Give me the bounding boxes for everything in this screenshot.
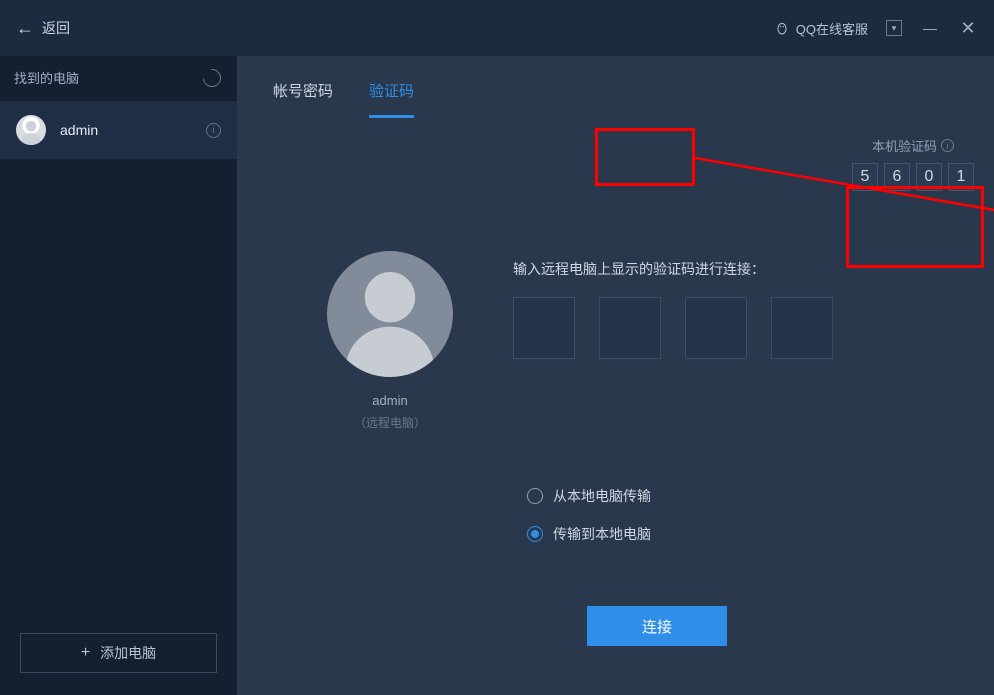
local-code-digits: 5 6 0 1 [852, 163, 974, 191]
qq-service-link[interactable]: QQ在线客服 [774, 19, 868, 38]
code-input-1[interactable] [513, 297, 575, 359]
tabs: 帐号密码 验证码 [237, 56, 994, 119]
info-icon[interactable]: i [941, 139, 954, 152]
avatar-large-icon [327, 251, 453, 377]
titlebar-right: QQ在线客服 ▾ — ✕ [774, 18, 978, 39]
code-digit: 5 [852, 163, 878, 191]
code-input-4[interactable] [771, 297, 833, 359]
radio-to-local-label: 传输到本地电脑 [553, 524, 651, 544]
titlebar: ← 返回 QQ在线客服 ▾ — ✕ [0, 0, 994, 56]
radio-from-local[interactable]: 从本地电脑传输 [527, 486, 651, 506]
avatar-icon [16, 115, 46, 145]
computer-name: admin [60, 122, 192, 138]
input-boxes [513, 297, 954, 359]
add-computer-label: 添加电脑 [100, 643, 156, 663]
remote-avatar-section: admin （远程电脑） [327, 251, 453, 431]
code-digit: 0 [916, 163, 942, 191]
annotation-box [595, 128, 695, 186]
local-code-label: 本机验证码 i [872, 136, 954, 155]
computer-list-item[interactable]: admin i [0, 101, 237, 159]
tab-account-password[interactable]: 帐号密码 [273, 80, 333, 118]
close-button[interactable]: ✕ [958, 18, 978, 39]
tab-verification-code[interactable]: 验证码 [369, 80, 414, 118]
radio-from-local-label: 从本地电脑传输 [553, 486, 651, 506]
refresh-icon[interactable] [199, 65, 224, 90]
minimize-button[interactable]: — [920, 20, 940, 36]
transfer-options: 从本地电脑传输 传输到本地电脑 [527, 486, 651, 562]
radio-to-local[interactable]: 传输到本地电脑 [527, 524, 651, 544]
local-code-panel: 本机验证码 i 5 6 0 1 [852, 136, 974, 191]
add-computer-button[interactable]: + 添加电脑 [20, 633, 217, 673]
back-label: 返回 [42, 18, 70, 38]
arrow-left-icon: ← [16, 18, 34, 39]
plus-icon: + [81, 644, 90, 662]
code-input-3[interactable] [685, 297, 747, 359]
back-button[interactable]: ← 返回 [16, 18, 70, 39]
code-input-area: 输入远程电脑上显示的验证码进行连接： [513, 251, 954, 359]
code-digit: 6 [884, 163, 910, 191]
qq-service-label: QQ在线客服 [796, 19, 868, 38]
penguin-icon [774, 20, 790, 36]
sidebar: 找到的电脑 admin i + 添加电脑 [0, 56, 237, 695]
remote-name: admin [327, 393, 453, 408]
info-icon[interactable]: i [206, 123, 221, 138]
code-input-2[interactable] [599, 297, 661, 359]
dropdown-icon[interactable]: ▾ [886, 20, 902, 36]
code-digit: 1 [948, 163, 974, 191]
input-label: 输入远程电脑上显示的验证码进行连接： [513, 259, 954, 279]
radio-icon [527, 488, 543, 504]
center-area: admin （远程电脑） 输入远程电脑上显示的验证码进行连接： [327, 251, 954, 431]
sidebar-header: 找到的电脑 [0, 56, 237, 101]
connect-button[interactable]: 连接 [587, 606, 727, 646]
remote-subtitle: （远程电脑） [327, 414, 453, 431]
radio-icon [527, 526, 543, 542]
sidebar-title: 找到的电脑 [14, 68, 79, 87]
main-panel: 帐号密码 验证码 本机验证码 i 5 6 0 1 admin （远程电脑） [237, 56, 994, 695]
